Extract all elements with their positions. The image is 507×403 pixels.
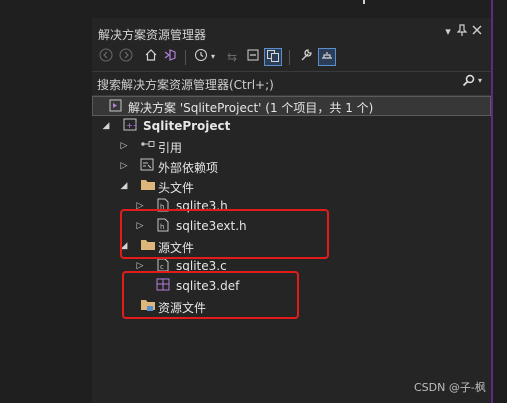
external-deps-icon xyxy=(140,158,154,173)
left-editor-area xyxy=(0,18,92,403)
toolbar-separator xyxy=(289,50,290,65)
toolbar-separator xyxy=(185,50,186,65)
pin-icon[interactable] xyxy=(455,24,469,40)
references-icon xyxy=(140,138,155,153)
right-strip xyxy=(493,0,507,403)
solution-icon xyxy=(108,99,122,114)
tree-item-external-deps[interactable]: ▷ 外部依赖项 xyxy=(92,156,491,176)
highlight-box-header-files xyxy=(120,209,329,259)
search-icon[interactable] xyxy=(462,74,475,91)
folder-icon xyxy=(140,178,155,193)
svg-text:++: ++ xyxy=(126,121,137,130)
tree-item-header-files-folder[interactable]: ◢ 头文件 xyxy=(92,176,491,196)
close-icon[interactable] xyxy=(470,24,484,40)
search-options-icon[interactable]: ▾ xyxy=(478,76,482,85)
solution-tree: 解决方案 'SqliteProject' (1 个项目，共 1 个) ◢ ++ … xyxy=(92,96,491,403)
back-icon[interactable] xyxy=(97,48,115,66)
vs-switch-icon[interactable] xyxy=(161,48,179,66)
highlight-box-source-files xyxy=(122,271,299,319)
header-files-folder-label: 头文件 xyxy=(158,181,195,195)
project-label: SqliteProject xyxy=(143,119,231,133)
chevron-down-icon[interactable]: ▾ xyxy=(441,24,455,40)
svg-text:c: c xyxy=(160,263,164,271)
cpp-project-icon: ++ xyxy=(123,118,139,133)
collapse-arrow-icon[interactable]: ◢ xyxy=(100,118,112,134)
watermark: CSDN @子-枫 xyxy=(414,381,486,394)
expand-arrow-icon[interactable]: ▷ xyxy=(118,138,130,154)
home-icon[interactable] xyxy=(142,48,160,66)
collapse-all-icon[interactable] xyxy=(244,48,262,66)
tree-item-solution[interactable]: 解决方案 'SqliteProject' (1 个项目，共 1 个) xyxy=(92,96,491,116)
search-input[interactable]: 搜索解决方案资源管理器(Ctrl+;) xyxy=(97,76,274,93)
preview-icon[interactable] xyxy=(318,48,336,66)
sync-icon[interactable]: ⇆ xyxy=(223,48,241,66)
solution-label: 解决方案 'SqliteProject' (1 个项目，共 1 个) xyxy=(128,101,374,115)
tree-item-project[interactable]: ◢ ++ SqliteProject xyxy=(92,116,491,136)
search-box[interactable]: 搜索解决方案资源管理器(Ctrl+;) ▾ xyxy=(92,72,491,94)
solution-explorer-window: 解决方案资源管理器 ▾ ▾ ⇆ 搜索解决方案资源管理器(Ctrl+;) ▾ 解决… xyxy=(92,18,491,403)
show-all-files-icon[interactable] xyxy=(264,48,282,66)
history-dropdown-icon[interactable]: ▾ xyxy=(208,48,218,66)
external-deps-label: 外部依赖项 xyxy=(158,161,219,175)
top-tick xyxy=(363,0,365,4)
top-strip xyxy=(0,0,507,18)
window-title: 解决方案资源管理器 xyxy=(98,28,207,42)
toolbar: ▾ ⇆ xyxy=(92,45,491,72)
properties-icon[interactable] xyxy=(297,48,315,66)
references-label: 引用 xyxy=(158,141,183,155)
collapse-arrow-icon[interactable]: ◢ xyxy=(118,178,130,194)
tree-item-references[interactable]: ▷ 引用 xyxy=(92,136,491,156)
forward-icon[interactable] xyxy=(117,48,135,66)
expand-arrow-icon[interactable]: ▷ xyxy=(118,158,130,174)
title-bar: 解决方案资源管理器 ▾ xyxy=(92,21,491,45)
